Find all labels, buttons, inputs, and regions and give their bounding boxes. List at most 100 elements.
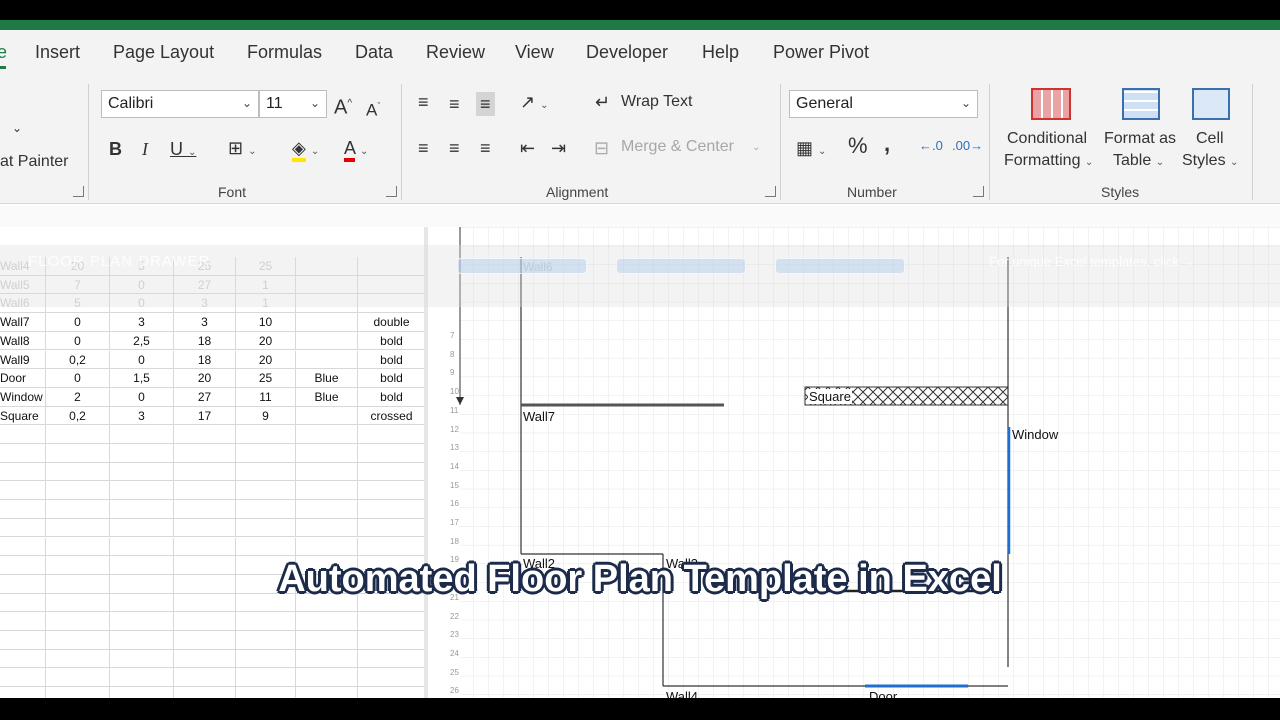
- format-as-table-label[interactable]: Format as: [1104, 128, 1176, 150]
- table-cell[interactable]: [236, 649, 296, 669]
- table-cell[interactable]: [46, 500, 110, 519]
- bold-icon[interactable]: B: [109, 139, 122, 159]
- decrease-indent-icon[interactable]: ⇤: [520, 138, 535, 158]
- table-cell[interactable]: [236, 668, 296, 688]
- table-cell[interactable]: [296, 313, 358, 332]
- table-cell[interactable]: crossed: [358, 406, 426, 426]
- table-cell[interactable]: [174, 462, 236, 482]
- table-cell[interactable]: 0,2: [46, 406, 110, 426]
- table-cell[interactable]: [0, 537, 46, 557]
- table-cell[interactable]: [296, 687, 358, 698]
- alignment-launcher-icon[interactable]: [765, 186, 776, 197]
- table-cell[interactable]: [0, 518, 46, 538]
- table-cell[interactable]: Blue: [296, 369, 358, 388]
- tab-power-pivot[interactable]: Power Pivot: [773, 42, 869, 63]
- table-cell[interactable]: [0, 500, 46, 519]
- table-cell[interactable]: [0, 462, 46, 482]
- table-cell[interactable]: [174, 612, 236, 631]
- table-cell[interactable]: 20: [236, 331, 296, 351]
- italic-icon[interactable]: I: [142, 139, 148, 159]
- table-cell[interactable]: [296, 350, 358, 370]
- table-cell[interactable]: Window: [0, 387, 46, 407]
- table-cell[interactable]: double: [358, 313, 426, 332]
- table-cell[interactable]: bold: [358, 369, 426, 388]
- table-cell[interactable]: [46, 649, 110, 669]
- table-cell[interactable]: [110, 462, 174, 482]
- table-cell[interactable]: Square: [0, 406, 46, 426]
- table-cell[interactable]: 0: [110, 350, 174, 370]
- table-cell[interactable]: 2,5: [110, 331, 174, 351]
- table-cell[interactable]: [358, 444, 426, 463]
- table-cell[interactable]: 3: [174, 313, 236, 332]
- tab-page-layout[interactable]: Page Layout: [113, 42, 214, 63]
- table-cell[interactable]: [174, 631, 236, 650]
- table-cell[interactable]: 25: [236, 369, 296, 388]
- wrap-text-button[interactable]: Wrap Text: [621, 93, 692, 111]
- table-cell[interactable]: [236, 444, 296, 463]
- table-cell[interactable]: [296, 444, 358, 463]
- font-size-select[interactable]: 11 ⌄: [259, 90, 327, 118]
- table-cell[interactable]: bold: [358, 331, 426, 351]
- tab-help[interactable]: Help: [702, 42, 739, 63]
- table-cell[interactable]: [236, 500, 296, 519]
- accounting-format-icon[interactable]: ▦ ⌄: [796, 138, 826, 162]
- table-cell[interactable]: [46, 518, 110, 538]
- table-cell[interactable]: 18: [174, 331, 236, 351]
- table-cell[interactable]: [236, 537, 296, 557]
- table-cell[interactable]: [174, 518, 236, 538]
- table-cell[interactable]: Blue: [296, 387, 358, 407]
- table-cell[interactable]: 20: [236, 350, 296, 370]
- tab-data[interactable]: Data: [355, 42, 393, 63]
- table-cell[interactable]: [0, 612, 46, 631]
- table-cell[interactable]: [174, 425, 236, 444]
- table-cell[interactable]: [296, 631, 358, 650]
- table-cell[interactable]: 18: [174, 350, 236, 370]
- table-cell[interactable]: [174, 444, 236, 463]
- wrap-text-icon[interactable]: ↵: [595, 92, 610, 112]
- table-cell[interactable]: [296, 612, 358, 631]
- table-cell[interactable]: [46, 425, 110, 444]
- table-cell[interactable]: [236, 518, 296, 538]
- table-cell[interactable]: [358, 631, 426, 650]
- tab-file[interactable]: e: [0, 42, 7, 63]
- table-cell[interactable]: [110, 631, 174, 650]
- table-cell[interactable]: [296, 425, 358, 444]
- font-launcher-icon[interactable]: [386, 186, 397, 197]
- table-cell[interactable]: [0, 631, 46, 650]
- align-center-icon[interactable]: ≡: [449, 138, 460, 158]
- overlay-button-2[interactable]: [616, 258, 746, 274]
- table-cell[interactable]: [46, 462, 110, 482]
- table-cell[interactable]: 0,2: [46, 350, 110, 370]
- formula-bar[interactable]: [0, 205, 1280, 227]
- table-cell[interactable]: [358, 537, 426, 557]
- table-cell[interactable]: [46, 444, 110, 463]
- tab-view[interactable]: View: [515, 42, 554, 63]
- percent-icon[interactable]: %: [848, 135, 868, 157]
- table-cell[interactable]: [358, 500, 426, 519]
- tab-developer[interactable]: Developer: [586, 42, 668, 63]
- merge-center-button[interactable]: Merge & Center: [621, 138, 734, 156]
- table-cell[interactable]: [110, 668, 174, 688]
- font-name-select[interactable]: Calibri ⌄: [101, 90, 259, 118]
- table-cell[interactable]: [358, 668, 426, 688]
- table-cell[interactable]: Door: [0, 369, 46, 388]
- table-cell[interactable]: [0, 649, 46, 669]
- table-cell[interactable]: [174, 649, 236, 669]
- table-cell[interactable]: [110, 444, 174, 463]
- table-cell[interactable]: [296, 537, 358, 557]
- table-cell[interactable]: 11: [236, 387, 296, 407]
- align-top-icon[interactable]: ≡: [418, 92, 429, 112]
- table-cell[interactable]: [110, 481, 174, 501]
- format-painter-button[interactable]: at Painter: [0, 153, 68, 171]
- table-cell[interactable]: 20: [174, 369, 236, 388]
- table-cell[interactable]: [296, 331, 358, 351]
- tab-insert[interactable]: Insert: [35, 42, 80, 63]
- overlay-link[interactable]: For unique Excel templates, click →: [989, 254, 1196, 269]
- table-cell[interactable]: [46, 481, 110, 501]
- table-cell[interactable]: [358, 518, 426, 538]
- table-cell[interactable]: [296, 481, 358, 501]
- table-cell[interactable]: [358, 462, 426, 482]
- table-cell[interactable]: bold: [358, 387, 426, 407]
- table-cell[interactable]: [296, 668, 358, 688]
- borders-icon[interactable]: ⊞ ⌄: [228, 138, 256, 162]
